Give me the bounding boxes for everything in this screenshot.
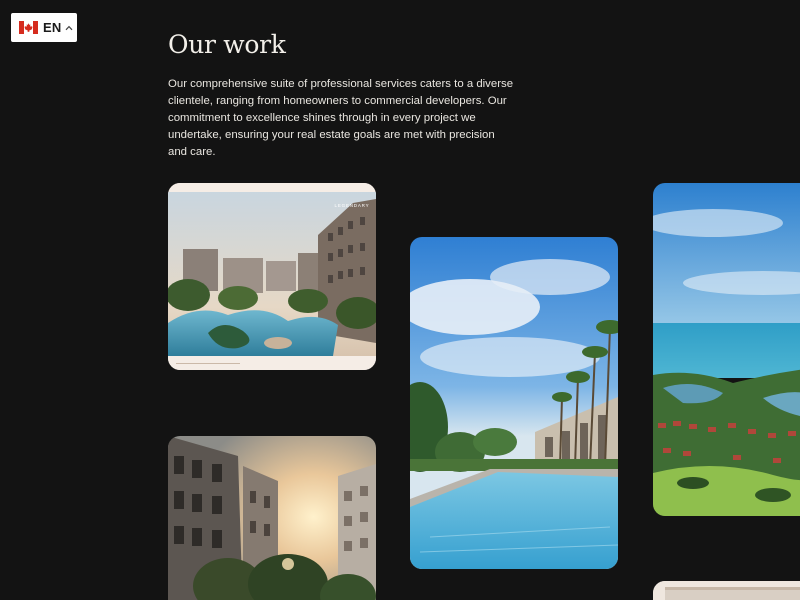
section-title: Our work	[168, 30, 286, 59]
project-card-condominium-sunset[interactable]	[168, 436, 376, 600]
project-card-resort-pool[interactable]: LEGENDARY	[168, 183, 376, 370]
canada-flag-icon	[19, 21, 38, 34]
project-card-coastal-resort[interactable]	[653, 183, 800, 516]
resort-pool-image: LEGENDARY	[168, 183, 376, 370]
section-intro: Our comprehensive suite of professional …	[168, 78, 514, 158]
language-selector[interactable]: EN	[11, 13, 77, 42]
project-card-villa-pool[interactable]	[410, 237, 618, 569]
project-card-interior[interactable]	[653, 581, 800, 600]
condominium-sunset-image	[168, 436, 376, 600]
page: EN Our work Our comprehensive suite of p…	[0, 0, 800, 600]
interior-image	[653, 581, 800, 600]
coastal-resort-image	[653, 183, 800, 516]
chevron-up-icon	[66, 25, 73, 30]
villa-pool-image	[410, 237, 618, 569]
language-label: EN	[43, 20, 62, 35]
brand-logo-text: LEGENDARY	[335, 203, 370, 208]
